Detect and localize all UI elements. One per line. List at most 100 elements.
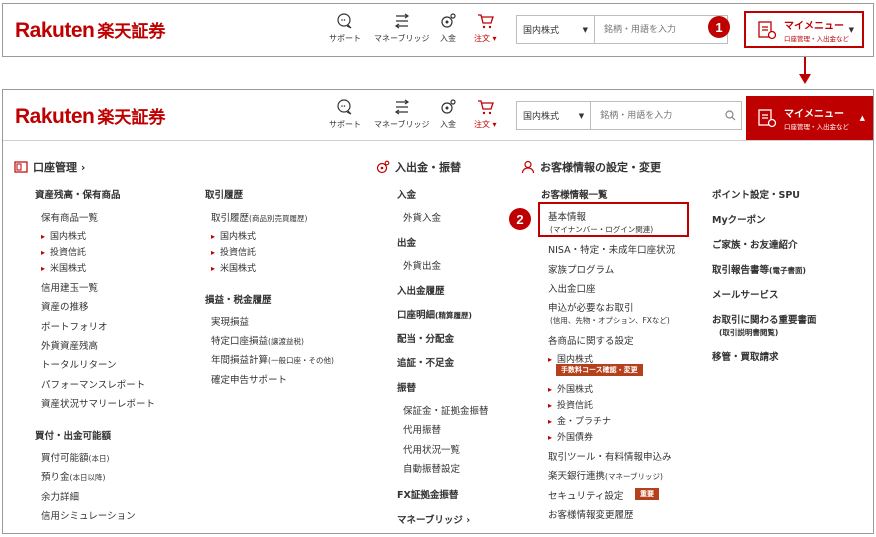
link-referral[interactable]: ご家族・お友達紹介	[712, 237, 798, 251]
link-history-trust[interactable]: 投資信託	[211, 245, 256, 258]
search-bar: 国内株式 ▼	[516, 101, 742, 130]
mymenu-dropdown: 口座管理 › 入出金・振替 お客様情報の設定・変更 資産残高・保有商品 保有商品…	[3, 141, 873, 533]
link-settings-gold[interactable]: 金・プラチナ	[548, 414, 611, 427]
link-holdings[interactable]: 保有商品一覧	[41, 210, 98, 224]
market-select[interactable]: 国内株式 ▼	[517, 16, 595, 43]
link-transfer-out[interactable]: 移管・買取請求	[712, 349, 779, 363]
link-surplus-detail[interactable]: 余力詳細	[41, 489, 79, 503]
link-settings-trust[interactable]: 投資信託	[548, 398, 593, 411]
section-funds-label: 入出金・振替	[395, 161, 461, 174]
link-foreign-assets[interactable]: 外貨資産残高	[41, 338, 98, 352]
link-margin-simulation[interactable]: 信用シミュレーション	[41, 508, 136, 522]
link-performance-report[interactable]: パフォーマンスレポート	[41, 377, 145, 391]
link-buyable[interactable]: 買付可能額(本日)	[41, 450, 109, 464]
link-history-us[interactable]: 米国株式	[211, 261, 256, 274]
link-trade-history[interactable]: 取引履歴(商品別売買履歴)	[211, 210, 307, 224]
search-input[interactable]	[591, 102, 721, 129]
mymenu-subtitle: 口座管理・入出金など	[784, 123, 849, 131]
link-account-statement[interactable]: 口座明細(精算履歴)	[397, 307, 472, 321]
link-substitute-transfer[interactable]: 代用振替	[403, 422, 441, 436]
link-margin-call[interactable]: 追証・不足金	[397, 355, 454, 369]
link-foreign-withdraw[interactable]: 外貨出金	[403, 258, 441, 272]
nav-order[interactable]: 注文 ▾	[474, 98, 497, 130]
link-my-coupon[interactable]: Myクーポン	[712, 212, 766, 226]
nav-support[interactable]: サポート	[329, 98, 361, 130]
link-deposit-history[interactable]: 入出金履歴	[397, 283, 445, 297]
link-dividends[interactable]: 配当・分配金	[397, 331, 454, 345]
link-settings-foreign-stock[interactable]: 外国株式	[548, 382, 593, 395]
link-product-settings[interactable]: 各商品に関する設定	[548, 333, 634, 347]
mymenu-title: マイメニュー	[784, 20, 844, 32]
header-expanded: Rakuten 楽天証券 サポート マネーブリッジ 入金 注文 ▾ 国内株式 ▼	[3, 90, 873, 141]
col4-heading-customer-info[interactable]: お客様情報一覧	[541, 187, 608, 201]
step-badge-2: 2	[509, 208, 531, 230]
nav-deposit[interactable]: 入金	[439, 98, 457, 130]
link-summary-report[interactable]: 資産状況サマリーレポート	[41, 396, 155, 410]
col2-heading-history[interactable]: 取引履歴	[205, 187, 243, 201]
link-security-settings[interactable]: セキュリティ設定	[548, 488, 623, 502]
link-tax-return-support[interactable]: 確定申告サポート	[211, 372, 287, 386]
link-margin-positions[interactable]: 信用建玉一覧	[41, 280, 98, 294]
link-deposit-balance[interactable]: 預り金(本日以降)	[41, 469, 105, 483]
section-account[interactable]: 口座管理 ›	[14, 159, 85, 175]
nav-order-label: 注文 ▾	[474, 120, 497, 129]
col2-heading-pnl-tax[interactable]: 損益・税金履歴	[205, 292, 272, 306]
col3-heading-transfer[interactable]: 振替	[397, 380, 416, 394]
link-asset-trend[interactable]: 資産の推移	[41, 299, 89, 313]
cart-icon	[478, 100, 495, 115]
col3-heading-withdraw[interactable]: 出金	[397, 235, 416, 249]
link-annual-pnl[interactable]: 年間損益計算(一般口座・その他)	[211, 352, 334, 366]
mymenu-title: マイメニュー	[784, 109, 844, 120]
link-specific-account-pnl[interactable]: 特定口座損益(譲渡益税)	[211, 333, 304, 347]
link-buyable-note: (本日)	[88, 454, 110, 463]
nav-moneybridge[interactable]: マネーブリッジ	[374, 98, 430, 130]
link-trade-report[interactable]: 取引報告書等(電子書面)	[712, 262, 806, 276]
rakuten-logo[interactable]: Rakuten 楽天証券	[15, 103, 165, 129]
col1-heading-buying-power[interactable]: 買付・出金可能額	[35, 428, 111, 442]
link-collateral-transfer[interactable]: 保証金・証拠金振替	[403, 403, 489, 417]
link-bank-link-note: (マネーブリッジ)	[605, 472, 663, 481]
link-holdings-domestic[interactable]: 国内株式	[41, 229, 86, 242]
link-nisa-status[interactable]: NISA・特定・未成年口座状況	[548, 242, 675, 256]
nav-deposit[interactable]: 入金	[439, 12, 457, 44]
link-mail-service[interactable]: メールサービス	[712, 287, 779, 301]
link-fx-transfer[interactable]: FX証拠金振替	[397, 487, 458, 501]
link-points-spu[interactable]: ポイント設定・SPU	[712, 187, 800, 201]
link-moneybridge[interactable]: マネーブリッジ ›	[397, 512, 470, 526]
link-important-docs[interactable]: お取引に関わる重要書面	[712, 312, 817, 326]
market-select-value: 国内株式	[523, 112, 560, 122]
link-tools[interactable]: 取引ツール・有料情報申込み	[548, 449, 672, 463]
market-select[interactable]: 国内株式 ▼	[517, 102, 592, 129]
col3-heading-deposit[interactable]: 入金	[397, 187, 416, 201]
link-family-program[interactable]: 家族プログラム	[548, 262, 614, 276]
mymenu-subtitle: 口座管理・入出金など	[784, 34, 849, 43]
col1-heading-assets[interactable]: 資産残高・保有商品	[35, 187, 121, 201]
link-realized-pnl[interactable]: 実現損益	[211, 314, 249, 328]
nav-moneybridge[interactable]: マネーブリッジ	[374, 12, 430, 44]
link-bank-account[interactable]: 入出金口座	[548, 281, 596, 295]
search-icon[interactable]	[720, 102, 741, 129]
account-icon	[14, 161, 28, 173]
fee-course-tag[interactable]: 手数料コース確認・変更	[556, 364, 643, 376]
link-auto-transfer[interactable]: 自動振替設定	[403, 461, 460, 475]
link-application-required[interactable]: 申込が必要なお取引	[548, 300, 634, 314]
mymenu-button-collapsed[interactable]: マイメニュー 口座管理・入出金など ▼	[744, 11, 864, 48]
nav-order[interactable]: 注文 ▾	[474, 12, 497, 44]
nav-support[interactable]: サポート	[329, 12, 361, 44]
support-chat-icon	[337, 99, 352, 115]
link-annual-label: 年間損益計算	[211, 355, 269, 366]
link-bank-link[interactable]: 楽天銀行連携(マネーブリッジ)	[548, 468, 663, 482]
deposit-coin-icon	[441, 13, 456, 28]
rakuten-logo[interactable]: Rakuten 楽天証券	[15, 17, 165, 43]
link-foreign-deposit[interactable]: 外貨入金	[403, 210, 441, 224]
link-holdings-trust[interactable]: 投資信託	[41, 245, 86, 258]
link-change-history[interactable]: お客様情報変更履歴	[548, 507, 634, 521]
mymenu-button-open[interactable]: マイメニュー 口座管理・入出金など ▲	[746, 96, 873, 140]
link-total-return[interactable]: トータルリターン	[41, 357, 117, 371]
link-settings-foreign-bond[interactable]: 外国債券	[548, 430, 593, 443]
search-input[interactable]	[595, 16, 727, 43]
link-substitute-status[interactable]: 代用状況一覧	[403, 442, 460, 456]
link-history-domestic[interactable]: 国内株式	[211, 229, 256, 242]
link-holdings-us[interactable]: 米国株式	[41, 261, 86, 274]
link-portfolio[interactable]: ポートフォリオ	[41, 319, 108, 333]
